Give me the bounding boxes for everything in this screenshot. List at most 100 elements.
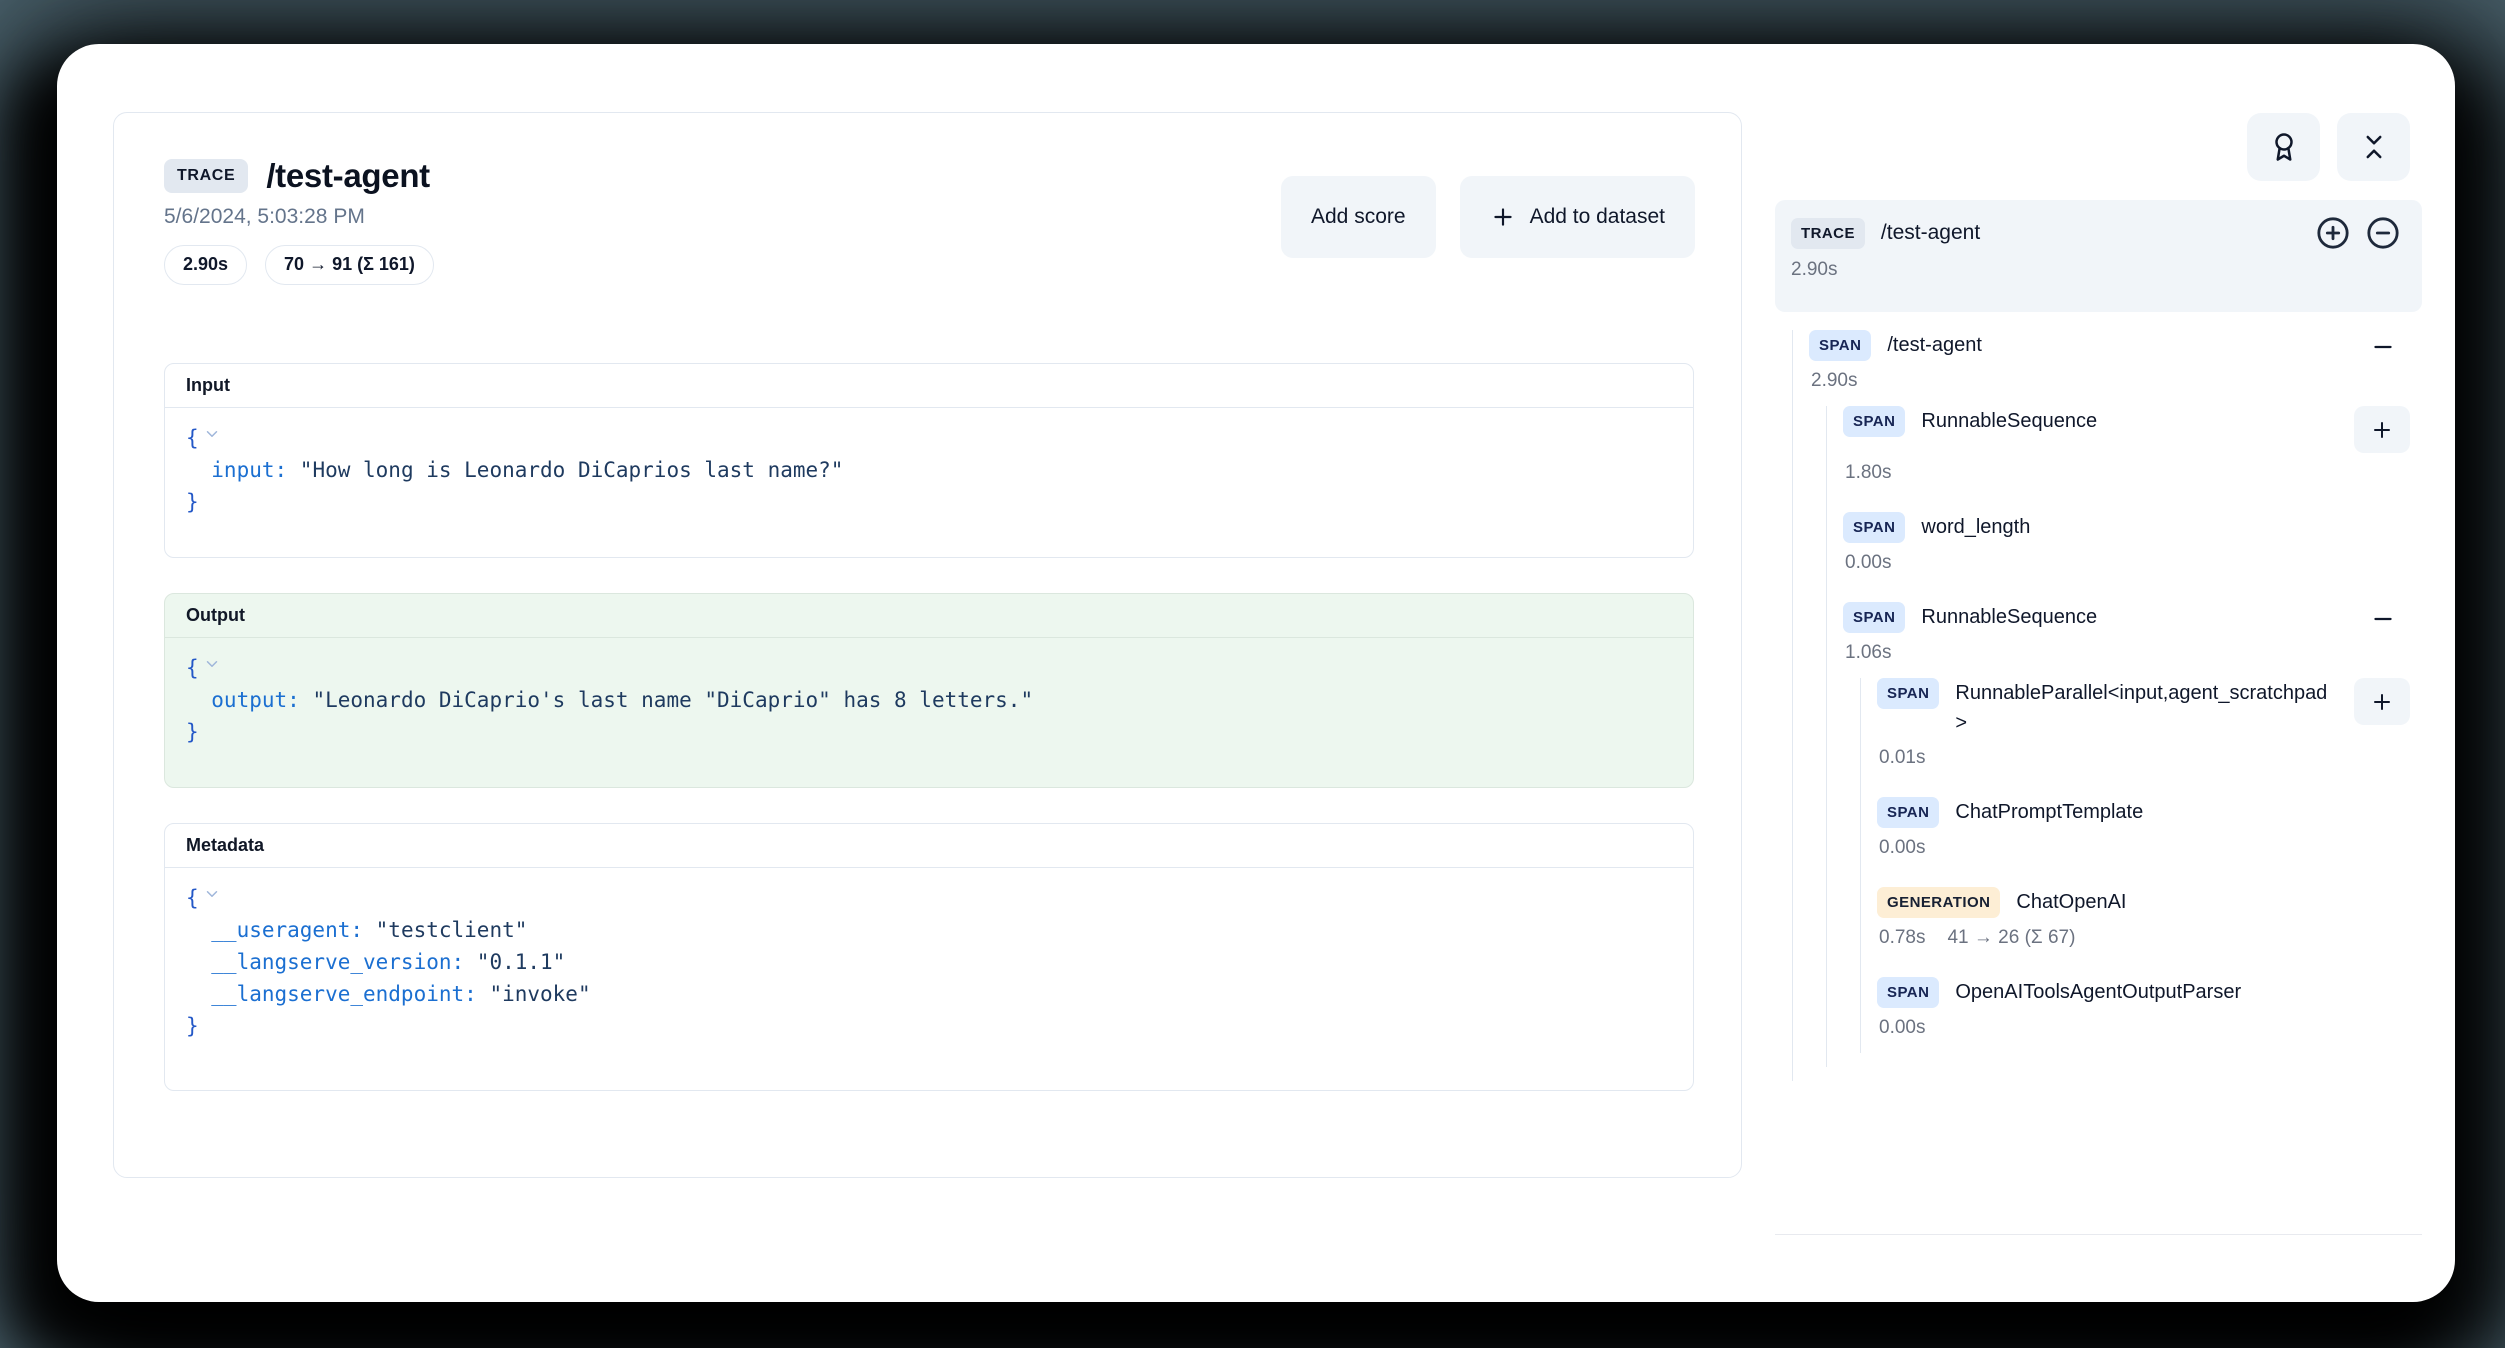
collapse-all-tree-button[interactable] — [2366, 216, 2400, 250]
span-badge: SPAN — [1877, 977, 1939, 1008]
tree-item-word-length[interactable]: SPAN word_length 0.00s — [1843, 512, 2422, 588]
span-duration: 0.00s — [1879, 1017, 2422, 1039]
collapse-all-button[interactable] — [2337, 113, 2410, 181]
award-icon — [2269, 132, 2299, 162]
circle-minus-icon — [2366, 216, 2400, 250]
input-panel-title: Input — [165, 364, 1693, 408]
generation-badge: GENERATION — [1877, 887, 2000, 918]
open-brace: { — [186, 656, 199, 680]
json-value: "invoke" — [489, 982, 590, 1006]
span-duration: 0.00s — [1845, 552, 2422, 574]
circle-plus-icon — [2316, 216, 2350, 250]
json-key: __langserve_version — [211, 950, 464, 974]
header-actions: Add score Add to dataset — [1281, 176, 1695, 258]
span-badge: SPAN — [1843, 406, 1905, 437]
plus-icon — [2370, 690, 2394, 714]
json-key: __useragent — [211, 918, 363, 942]
tree-item-runnable-sequence-2[interactable]: SPAN RunnableSequence 1.06s — [1843, 602, 2422, 1067]
span-name: OpenAIToolsAgentOutputParser — [1955, 977, 2241, 1007]
span-badge: SPAN — [1843, 512, 1905, 543]
plus-icon — [2370, 418, 2394, 442]
app-window: TRACE /test-agent 5/6/2024, 5:03:28 PM 2… — [57, 44, 2455, 1302]
scores-button[interactable] — [2247, 113, 2320, 181]
tree-item-trace[interactable]: TRACE /test-agent 2.90s — [1775, 200, 2422, 312]
add-score-label: Add score — [1311, 205, 1406, 229]
output-panel-title: Output — [165, 594, 1693, 638]
expand-node-button[interactable] — [2354, 406, 2410, 453]
span-name: ChatPromptTemplate — [1955, 797, 2143, 827]
collapse-chevron-icon[interactable] — [203, 885, 221, 903]
span-name: RunnableSequence — [1921, 602, 2097, 632]
span-tree: SPAN /test-agent 2.90s SPAN RunnableSequ… — [1775, 316, 2422, 1235]
trace-header: TRACE /test-agent 5/6/2024, 5:03:28 PM 2… — [164, 157, 434, 285]
expand-node-button[interactable] — [2354, 678, 2410, 725]
close-brace: } — [186, 1014, 199, 1038]
json-value: "Leonardo DiCaprio's last name "DiCaprio… — [312, 688, 1033, 712]
span-badge: SPAN — [1809, 330, 1871, 361]
trace-duration: 2.90s — [1791, 259, 2400, 281]
trace-detail-card: TRACE /test-agent 5/6/2024, 5:03:28 PM 2… — [113, 112, 1742, 1178]
open-brace: { — [186, 886, 199, 910]
tree-item-chat-prompt-template[interactable]: SPAN ChatPromptTemplate 0.00s — [1877, 797, 2422, 873]
json-key: __langserve_endpoint — [211, 982, 477, 1006]
generation-duration: 0.78s — [1879, 927, 1925, 949]
collapse-node-button[interactable] — [2370, 606, 2396, 632]
expand-all-button[interactable] — [2316, 216, 2350, 250]
json-key: output — [211, 688, 300, 712]
json-entry: __langserve_endpoint "invoke" — [186, 978, 1672, 1010]
trace-name: /test-agent — [1881, 218, 1980, 248]
span-name: word_length — [1921, 512, 2030, 542]
add-to-dataset-label: Add to dataset — [1530, 205, 1665, 229]
tree-item-runnable-parallel[interactable]: SPAN RunnableParallel<input,agent_scratc… — [1877, 678, 2422, 783]
span-name: RunnableParallel<input,agent_scratchpad> — [1955, 678, 2338, 738]
tree-item-output-parser[interactable]: SPAN OpenAIToolsAgentOutputParser 0.00s — [1877, 977, 2422, 1053]
json-entry: __useragent "testclient" — [186, 914, 1672, 946]
metadata-panel: Metadata { __useragent "testclient" __langs… — [164, 823, 1694, 1091]
json-value: "0.1.1" — [477, 950, 566, 974]
span-name: RunnableSequence — [1921, 406, 2097, 436]
collapse-chevron-icon[interactable] — [203, 425, 221, 443]
add-score-button[interactable]: Add score — [1281, 176, 1436, 258]
add-to-dataset-button[interactable]: Add to dataset — [1460, 176, 1695, 258]
tree-item-chat-openai[interactable]: GENERATION ChatOpenAI 0.78s 41 → 26 (Σ 6… — [1877, 887, 2422, 963]
span-duration: 2.90s — [1811, 370, 2422, 392]
close-brace: } — [186, 720, 199, 744]
output-panel: Output { output "Leonardo DiCaprio's last … — [164, 593, 1694, 788]
span-name: /test-agent — [1887, 330, 1982, 360]
page-title: /test-agent — [266, 157, 430, 195]
json-entry: input "How long is Leonardo DiCaprios las… — [186, 454, 1672, 486]
input-panel: Input { input "How long is Leonardo DiCapr… — [164, 363, 1694, 558]
minus-icon — [2370, 606, 2396, 632]
span-duration: 0.01s — [1879, 747, 2422, 769]
plus-icon — [1490, 204, 1516, 230]
output-json-viewer: { output "Leonardo DiCaprio's last name "D… — [165, 638, 1693, 762]
json-entry: output "Leonardo DiCaprio's last name "Di… — [186, 684, 1672, 716]
json-key: input — [211, 458, 287, 482]
trace-badge: TRACE — [1791, 218, 1865, 249]
tree-item-root-span[interactable]: SPAN /test-agent 2.90s SPAN RunnableSequ… — [1809, 330, 2422, 1081]
latency-pill: 2.90s — [164, 245, 247, 285]
fold-vertical-icon — [2359, 132, 2389, 162]
trace-timestamp: 5/6/2024, 5:03:28 PM — [164, 205, 434, 229]
span-duration: 1.80s — [1845, 462, 2422, 484]
trace-type-badge: TRACE — [164, 159, 248, 193]
span-duration: 0.00s — [1879, 837, 2422, 859]
token-usage-pill: 70 → 91 (Σ 161) — [265, 245, 434, 285]
span-badge: SPAN — [1877, 678, 1939, 709]
json-value: "testclient" — [376, 918, 528, 942]
tree-item-runnable-sequence-1[interactable]: SPAN RunnableSequence 1.80s — [1843, 406, 2422, 498]
generation-token-usage: 41 → 26 (Σ 67) — [1947, 927, 2075, 949]
collapse-node-button[interactable] — [2370, 334, 2396, 360]
span-badge: SPAN — [1877, 797, 1939, 828]
collapse-chevron-icon[interactable] — [203, 655, 221, 673]
span-badge: SPAN — [1843, 602, 1905, 633]
span-duration: 1.06s — [1845, 642, 2422, 664]
metadata-json-viewer: { __useragent "testclient" __langserve_vers… — [165, 868, 1693, 1056]
open-brace: { — [186, 426, 199, 450]
input-json-viewer: { input "How long is Leonardo DiCaprios la… — [165, 408, 1693, 532]
generation-name: ChatOpenAI — [2016, 887, 2126, 917]
metadata-panel-title: Metadata — [165, 824, 1693, 868]
close-brace: } — [186, 490, 199, 514]
minus-icon — [2370, 334, 2396, 360]
json-value: "How long is Leonardo DiCaprios last nam… — [300, 458, 844, 482]
